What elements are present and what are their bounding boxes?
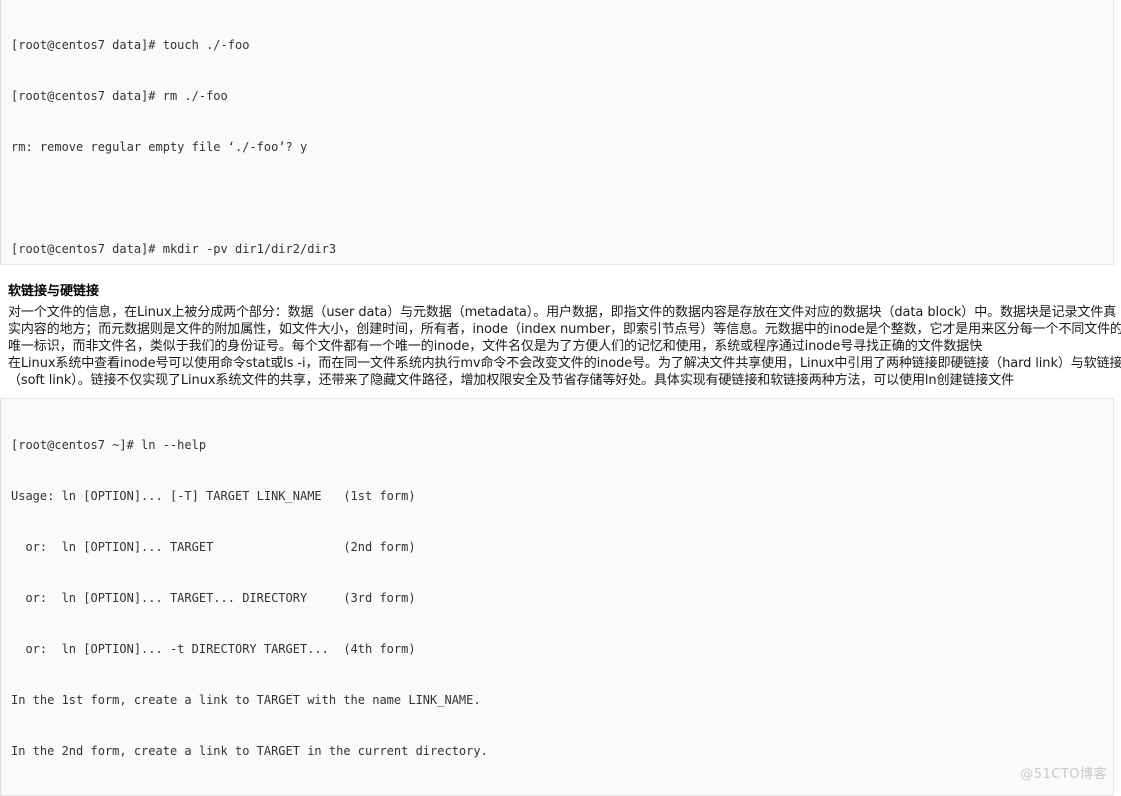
prose-section: 软链接与硬链接 对一个文件的信息，在Linux上被分成两个部分：数据（user …: [8, 283, 1121, 389]
terminal-line: Usage: ln [OPTION]... [-T] TARGET LINK_N…: [11, 489, 416, 503]
terminal-line: [root@centos7 data]# rm ./-foo: [11, 89, 228, 103]
terminal-line: rm: remove regular empty file ‘./-foo’? …: [11, 140, 308, 154]
terminal-line: or: ln [OPTION]... -t DIRECTORY TARGET..…: [11, 642, 416, 656]
terminal-block-top: [root@centos7 data]# touch ./-foo [root@…: [0, 0, 1114, 265]
terminal-line: or: ln [OPTION]... TARGET... DIRECTORY (…: [11, 591, 416, 605]
terminal-block-ln-help: [root@centos7 ~]# ln --help Usage: ln [O…: [0, 398, 1114, 796]
site-watermark: @51CTO博客: [1020, 767, 1107, 782]
terminal-line: [root@centos7 ~]# ln --help: [11, 438, 207, 452]
terminal-line: In the 1st form, create a link to TARGET…: [11, 693, 481, 707]
prose-line: 在Linux系统中查看inode号可以使用命令stat或ls -i，而在同一文件…: [8, 356, 1121, 371]
page-root: [root@centos7 data]# touch ./-foo [root@…: [0, 0, 1121, 796]
prose-line: 实内容的地方；而元数据则是文件的附加属性，如文件大小，创建时间，所有者，inod…: [8, 322, 1121, 337]
terminal-line: or: ln [OPTION]... TARGET (2nd form): [11, 540, 416, 554]
prose-paragraph: 对一个文件的信息，在Linux上被分成两个部分：数据（user data）与元数…: [8, 304, 1121, 389]
terminal-line: In the 2nd form, create a link to TARGET…: [11, 744, 488, 758]
section-heading: 软链接与硬链接: [8, 284, 100, 299]
prose-line: 唯一标识，而非文件名，类似于我们的身份证号。每个文件都有一个唯一的inode，文…: [8, 339, 983, 354]
terminal-line: [root@centos7 data]# touch ./-foo: [11, 38, 250, 52]
prose-line: 对一个文件的信息，在Linux上被分成两个部分：数据（user data）与元数…: [8, 305, 1117, 320]
terminal-line: [root@centos7 data]# mkdir -pv dir1/dir2…: [11, 242, 337, 256]
prose-line: （soft link）。链接不仅实现了Linux系统文件的共享，还带来了隐藏文件…: [8, 373, 1014, 388]
